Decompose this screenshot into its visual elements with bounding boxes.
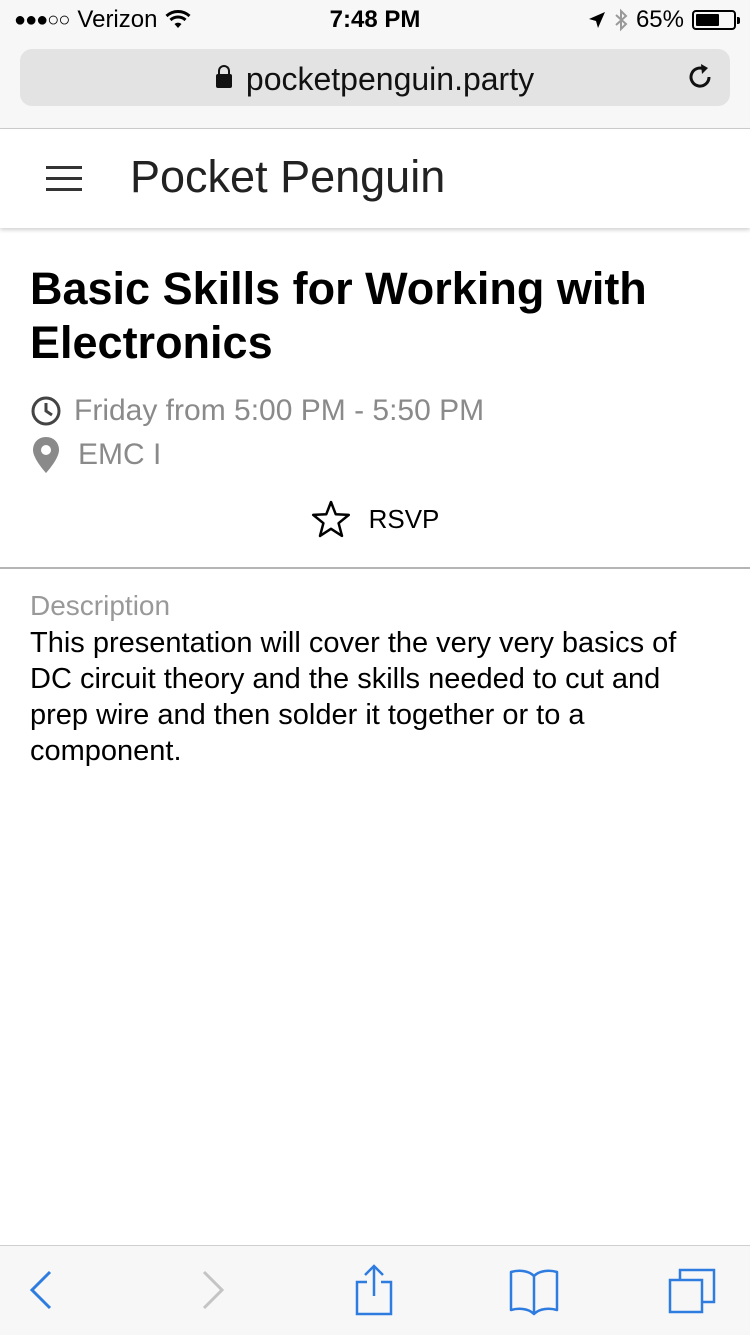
reload-icon[interactable] <box>684 61 716 93</box>
event-location-row: EMC I <box>30 435 161 475</box>
rsvp-label: RSVP <box>368 503 440 534</box>
app-header: Pocket Penguin <box>0 129 750 228</box>
url-text: pocketpenguin.party <box>245 61 535 97</box>
address-bar[interactable]: pocketpenguin.party <box>20 49 730 106</box>
event-time-row: Friday from 5:00 PM - 5:50 PM <box>30 394 484 428</box>
app-title: Pocket Penguin <box>130 151 446 202</box>
battery-icon <box>692 10 740 30</box>
share-icon[interactable] <box>348 1264 400 1316</box>
hamburger-menu-icon[interactable] <box>46 166 82 192</box>
star-icon <box>311 500 350 538</box>
back-arrow-icon[interactable] <box>18 1264 70 1316</box>
browser-chrome: ●●●○○ Verizon 7:48 PM 65% pocketpenguin.… <box>0 0 750 129</box>
battery-percent: 65% <box>635 6 684 33</box>
location-pin-icon <box>33 437 59 473</box>
bookmarks-icon[interactable] <box>508 1264 560 1316</box>
section-divider <box>0 567 750 569</box>
battery-fill <box>696 14 720 26</box>
description-label: Description <box>30 590 171 621</box>
event-location: EMC I <box>78 438 162 471</box>
lock-icon <box>215 65 232 88</box>
tabs-icon[interactable] <box>666 1264 718 1316</box>
event-time: Friday from 5:00 PM - 5:50 PM <box>74 394 485 427</box>
rsvp-button[interactable]: RSVP <box>0 500 750 538</box>
bluetooth-icon <box>615 8 628 32</box>
location-arrow-icon <box>588 12 605 28</box>
status-bar: ●●●○○ Verizon 7:48 PM 65% <box>0 0 750 40</box>
clock-icon <box>31 396 61 426</box>
forward-arrow-icon[interactable] <box>184 1264 236 1316</box>
description-text: This presentation will cover the very ve… <box>30 627 677 767</box>
event-title: Basic Skills for Working with Electronic… <box>30 263 647 368</box>
safari-toolbar <box>0 1245 750 1335</box>
